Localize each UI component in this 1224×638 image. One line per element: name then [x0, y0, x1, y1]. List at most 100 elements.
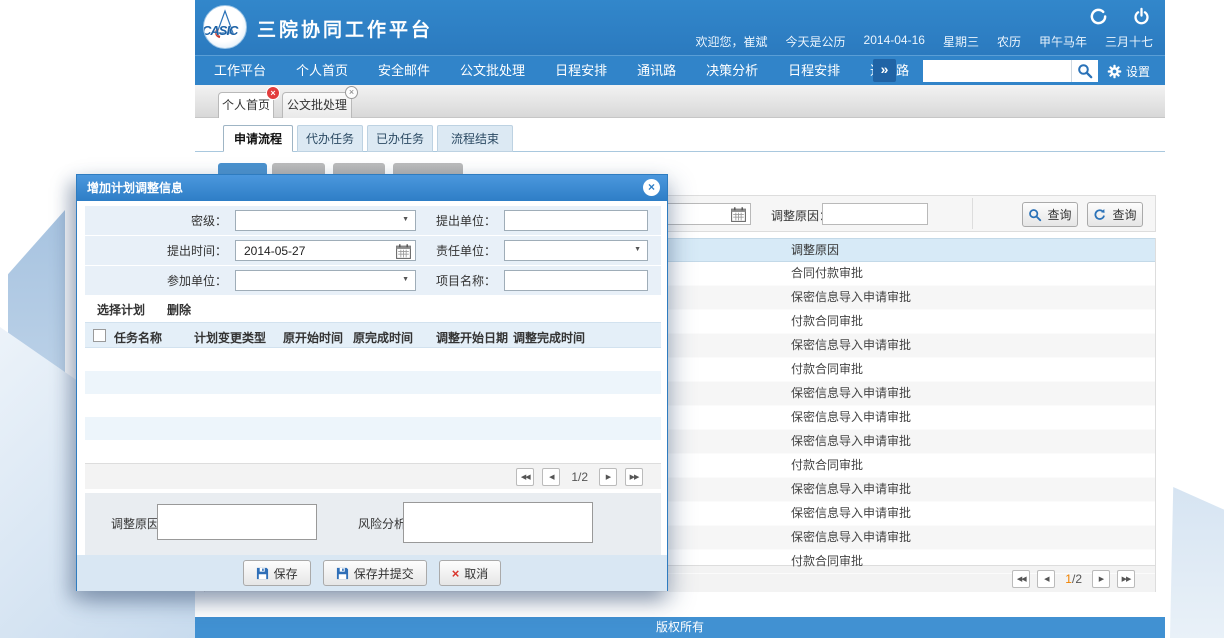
page-indicator: 1/2 — [1065, 572, 1082, 586]
window-tab-document-approval[interactable]: 公文批处理 × — [282, 92, 352, 118]
propose-time-label: 提出时间： — [85, 242, 235, 259]
tab-done-tasks[interactable]: 已办任务 — [367, 125, 433, 152]
query-button[interactable]: 查询 — [1022, 202, 1078, 227]
secrecy-select[interactable]: ▼ — [235, 210, 416, 231]
welcome-text: 欢迎您，崔斌 — [696, 33, 768, 50]
calendar-icon[interactable] — [395, 243, 412, 260]
window-tabstrip: 个人首页 × 公文批处理 × — [195, 85, 1165, 118]
propose-unit-label: 提出单位： — [416, 212, 504, 229]
delete-plan-button[interactable]: 删除 — [167, 301, 191, 318]
refresh-icon — [1093, 208, 1107, 222]
today-label: 今天是公历 — [786, 33, 846, 50]
reset-query-button[interactable]: 查询 — [1087, 202, 1143, 227]
search-button[interactable] — [1071, 60, 1098, 82]
power-icon[interactable] — [1132, 7, 1151, 26]
chevron-down-icon: ▼ — [634, 246, 641, 253]
tab-todo-tasks[interactable]: 代办任务 — [297, 125, 363, 152]
join-unit-label: 参加单位： — [85, 272, 235, 289]
col-adjust-start: 调整开始日期 — [436, 329, 508, 346]
nav-item-contacts[interactable]: 通讯路 — [622, 56, 691, 85]
nav-more-button[interactable]: » — [873, 59, 896, 82]
plan-table-pagination: ◀◀ ◀ 1/2 ▶ ▶▶ — [85, 463, 661, 489]
select-plan-button[interactable]: 选择计划 — [97, 301, 145, 318]
tab-apply-process[interactable]: 申请流程 — [223, 125, 293, 152]
propose-time-input[interactable]: 2014-05-27 — [235, 240, 416, 261]
header: CASIC 三院协同工作平台 欢迎您，崔斌 今天是公历 2014-04-16 星… — [195, 0, 1165, 55]
search-input[interactable] — [923, 60, 1071, 82]
next-page-button[interactable]: ▶ — [1092, 570, 1110, 588]
lunar-year: 甲午马年 — [1039, 33, 1087, 50]
footer: 版权所有 — [195, 617, 1165, 638]
process-subtabs: 申请流程 代办任务 已办任务 流程结束 — [195, 118, 1165, 152]
user-status-bar: 欢迎您，崔斌 今天是公历 2014-04-16 星期三 农历 甲午马年 三月十七 — [696, 33, 1153, 50]
save-and-submit-button[interactable]: 保存并提交 — [323, 560, 427, 586]
empty-row — [85, 417, 661, 440]
cancel-x-icon: × — [452, 566, 460, 581]
prev-page-button[interactable]: ◀ — [1037, 570, 1055, 588]
project-name-label: 项目名称： — [416, 272, 504, 289]
add-plan-adjustment-dialog: 增加计划调整信息 × 密级： ▼ 提出单位： 提出时间： 2014-05-27 — [76, 174, 668, 591]
col-orig-start: 原开始时间 — [283, 329, 343, 346]
background-shape-right — [1170, 487, 1224, 638]
last-page-button[interactable]: ▶▶ — [625, 468, 643, 486]
refresh-icon[interactable] — [1089, 7, 1108, 26]
calendar-icon[interactable] — [730, 206, 747, 223]
save-icon — [256, 567, 269, 580]
close-tab-icon[interactable]: × — [345, 86, 358, 99]
nav-item-personal-home[interactable]: 个人首页 — [281, 56, 363, 85]
close-dialog-icon[interactable]: × — [643, 179, 660, 196]
search-icon — [1077, 63, 1093, 79]
project-name-input[interactable] — [504, 270, 648, 291]
nav-item-document-approval[interactable]: 公文批处理 — [445, 56, 540, 85]
col-task-name: 任务名称 — [114, 329, 162, 346]
lunar-day: 三月十七 — [1105, 33, 1153, 50]
tab-process-finished[interactable]: 流程结束 — [437, 125, 513, 152]
page-indicator: 1/2 — [571, 470, 588, 484]
chevron-down-icon: ▼ — [402, 276, 409, 283]
close-tab-icon[interactable]: × — [266, 86, 280, 100]
page: CASIC 三院协同工作平台 欢迎您，崔斌 今天是公历 2014-04-16 星… — [0, 0, 1224, 638]
chevron-down-icon: ▼ — [402, 216, 409, 223]
weekday: 星期三 — [943, 33, 979, 50]
prev-page-button[interactable]: ◀ — [542, 468, 560, 486]
empty-row — [85, 394, 661, 417]
adjust-reason-textarea[interactable] — [157, 504, 317, 540]
casic-logo: CASIC — [203, 5, 249, 51]
join-unit-select[interactable]: ▼ — [235, 270, 416, 291]
page-title: 三院协同工作平台 — [257, 15, 433, 42]
nav-item-schedule[interactable]: 日程安排 — [540, 56, 622, 85]
nav-item-secure-mail[interactable]: 安全邮件 — [363, 56, 445, 85]
last-page-button[interactable]: ▶▶ — [1117, 570, 1135, 588]
divider — [972, 198, 973, 229]
gear-icon — [1107, 64, 1122, 79]
duty-unit-select[interactable]: ▼ — [504, 240, 648, 261]
plan-table-header: 任务名称 计划变更类型 原开始时间 原完成时间 调整开始日期 调整完成时间 — [85, 322, 661, 348]
col-adjust-finish: 调整完成时间 — [513, 329, 585, 346]
lunar-label: 农历 — [997, 33, 1021, 50]
empty-row — [85, 348, 661, 371]
save-button[interactable]: 保存 — [243, 560, 311, 586]
nav-item-schedule-2[interactable]: 日程安排 — [773, 56, 855, 85]
dialog-bottom-fields: 调整原因： 风险分析： — [85, 493, 661, 555]
next-page-button[interactable]: ▶ — [599, 468, 617, 486]
dialog-button-bar: 保存 保存并提交 × 取消 — [77, 555, 667, 591]
risk-analysis-textarea[interactable] — [403, 502, 593, 543]
nav-item-work-platform[interactable]: 工作平台 — [199, 56, 281, 85]
settings-button[interactable]: 设置 — [1107, 60, 1150, 82]
reason-filter-input[interactable] — [822, 203, 928, 225]
cancel-button[interactable]: × 取消 — [439, 560, 502, 586]
window-tab-personal-home[interactable]: 个人首页 × — [218, 92, 274, 118]
date-value: 2014-04-16 — [864, 33, 925, 50]
plan-table-section: 选择计划 删除 任务名称 计划变更类型 原开始时间 原完成时间 调整开始日期 调… — [85, 297, 661, 489]
secrecy-label: 密级： — [85, 212, 235, 229]
save-icon — [336, 567, 349, 580]
nav-item-decision-analysis[interactable]: 决策分析 — [691, 56, 773, 85]
select-all-checkbox[interactable] — [93, 329, 106, 342]
search-icon — [1028, 208, 1042, 222]
propose-unit-input[interactable] — [504, 210, 648, 231]
first-page-button[interactable]: ◀◀ — [516, 468, 534, 486]
settings-label: 设置 — [1126, 63, 1150, 80]
dialog-form: 密级： ▼ 提出单位： 提出时间： 2014-05-27 — [85, 206, 661, 296]
first-page-button[interactable]: ◀◀ — [1012, 570, 1030, 588]
main-nav: 工作平台 个人首页 安全邮件 公文批处理 日程安排 通讯路 决策分析 日程安排 … — [195, 55, 1165, 85]
